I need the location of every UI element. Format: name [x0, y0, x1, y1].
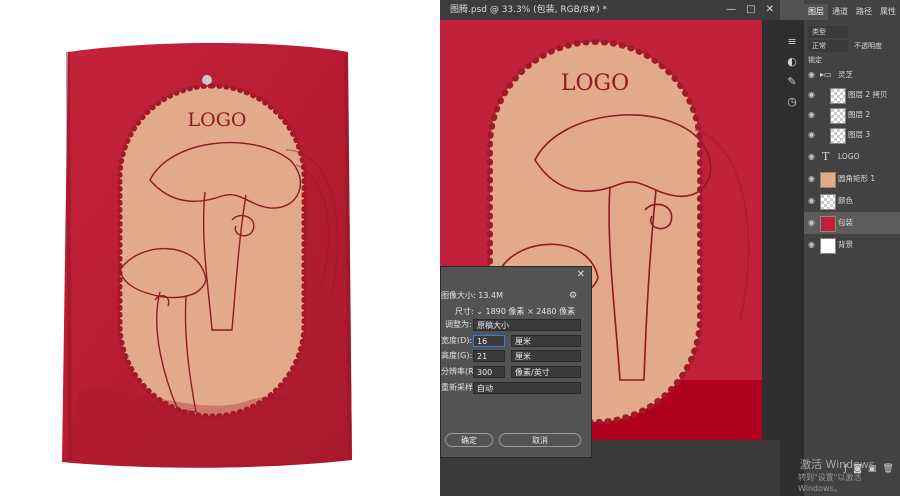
dimensions-value: 1890 像素 × 2480 像素: [485, 307, 576, 316]
layer-name: 图层 2: [848, 110, 871, 119]
ok-button[interactable]: 确定: [445, 433, 493, 447]
layer-name: 颜色: [838, 196, 853, 205]
layer-thumbnail: [830, 88, 846, 104]
layer-name: 背景: [838, 240, 853, 249]
text-layer-icon: T: [822, 150, 830, 163]
arrange-icon[interactable]: ≡: [784, 34, 800, 50]
image-size-dialog: ✕ 图像大小: 13.4M ⚙ 尺寸: ⌄ 1890 像素 × 2480 像素 …: [440, 266, 592, 458]
mockup-illustration: LOGO: [62, 43, 352, 468]
activate-windows-watermark: 激活 Windows: [800, 458, 875, 471]
eye-icon[interactable]: ◉: [808, 146, 818, 168]
dialog-close-icon[interactable]: ✕: [577, 269, 585, 280]
eye-icon[interactable]: ◉: [808, 234, 818, 256]
height-input[interactable]: 21: [473, 350, 505, 362]
layer-row[interactable]: ◉ T LOGO: [804, 146, 900, 168]
brush-icon[interactable]: ✎: [784, 74, 800, 90]
packaging-mockup: LOGO: [0, 0, 440, 496]
photoshop-workspace: 图腾.psd @ 33.3% (包装, RGB/8#) * — □ ✕ LOGO…: [440, 0, 900, 496]
fit-to-label: 调整为:: [445, 320, 472, 329]
layer-row[interactable]: ◉ ▸▭ 灵芝: [804, 64, 900, 86]
width-label: 宽度(D):: [441, 336, 473, 345]
eye-icon[interactable]: ◉: [808, 64, 818, 86]
tab-paths[interactable]: 路径: [852, 4, 876, 20]
layer-thumbnail: [830, 108, 846, 124]
layer-row[interactable]: ◉ 颜色: [804, 190, 900, 212]
window-controls: — □ ✕: [726, 0, 774, 20]
close-button[interactable]: ✕: [766, 0, 774, 20]
layer-row[interactable]: ◉ 图层 2 拷贝: [804, 84, 900, 106]
layer-name: 图层 3: [848, 130, 871, 139]
height-unit-select[interactable]: 厘米: [511, 350, 581, 362]
adjust-icon[interactable]: ◐: [784, 54, 800, 70]
chevron-down-icon[interactable]: ⌄: [476, 307, 485, 316]
layer-name: 灵芝: [838, 70, 853, 79]
layer-row-selected[interactable]: ◉ 包装: [804, 212, 900, 234]
resample-select[interactable]: 自动: [473, 382, 581, 394]
cancel-button[interactable]: 取消: [499, 433, 581, 447]
image-size-row: 图像大小: 13.4M: [441, 289, 503, 303]
tab-layers[interactable]: 图层: [804, 4, 828, 20]
canvas-logo-text: LOGO: [561, 71, 629, 96]
layer-name: 圆角矩形 1: [838, 174, 876, 183]
layer-row[interactable]: ◉ 图层 2: [804, 104, 900, 126]
resolution-unit-select[interactable]: 像素/英寸: [511, 366, 581, 378]
layer-thumbnail: [820, 194, 836, 210]
layer-thumbnail: [820, 172, 836, 188]
eye-icon[interactable]: ◉: [808, 212, 818, 234]
panel-tabs: 图层 通道 路径 属性: [804, 4, 900, 20]
image-size-value: 13.4M: [478, 291, 503, 300]
resolution-input[interactable]: 300: [473, 366, 505, 378]
eye-icon[interactable]: ◉: [808, 84, 818, 106]
layer-name: LOGO: [838, 152, 860, 161]
folder-icon: ▸▭: [820, 70, 832, 79]
image-size-label: 图像大小:: [441, 291, 476, 300]
layer-thumbnail: [820, 216, 836, 232]
width-input[interactable]: 16: [473, 335, 505, 347]
hang-hole: [202, 75, 212, 85]
logo-text: LOGO: [188, 109, 247, 131]
layer-row[interactable]: ◉ 背景: [804, 234, 900, 256]
dimensions-row: 尺寸: ⌄ 1890 像素 × 2480 像素: [455, 305, 575, 319]
document-title: 图腾.psd @ 33.3% (包装, RGB/8#) *: [450, 5, 607, 15]
document-tab[interactable]: 图腾.psd @ 33.3% (包装, RGB/8#) * — □ ✕: [440, 0, 780, 20]
eye-icon[interactable]: ◉: [808, 104, 818, 126]
history-icon[interactable]: ◷: [784, 94, 800, 110]
minimize-button[interactable]: —: [726, 0, 736, 20]
layers-panel: 图层 通道 路径 属性 类型 正常 不透明度 锁定 ◉ ▸▭ 灵芝 ◉ 图层 2…: [804, 0, 900, 496]
width-unit-select[interactable]: 厘米: [511, 335, 581, 347]
layer-thumbnail: [830, 128, 846, 144]
dimensions-label: 尺寸:: [455, 307, 474, 316]
maximize-button[interactable]: □: [746, 0, 755, 20]
eye-icon[interactable]: ◉: [808, 124, 818, 146]
height-label: 高度(G):: [441, 351, 473, 360]
tab-properties[interactable]: 属性: [876, 4, 900, 20]
eye-icon[interactable]: ◉: [808, 168, 818, 190]
layer-row[interactable]: ◉ 图层 3: [804, 124, 900, 146]
gear-icon[interactable]: ⚙: [569, 289, 577, 303]
tab-channels[interactable]: 通道: [828, 4, 852, 20]
layer-name: 包装: [838, 218, 853, 227]
layer-thumbnail: [820, 238, 836, 254]
eye-icon[interactable]: ◉: [808, 190, 818, 212]
blend-mode-select[interactable]: 正常: [808, 40, 848, 52]
activate-windows-hint: 转到"设置"以激活 Windows。: [798, 473, 862, 493]
layer-name: 图层 2 拷贝: [848, 90, 888, 99]
tool-strip: ≡ ◐ ✎ ◷: [780, 20, 804, 496]
kind-filter[interactable]: 类型: [808, 26, 848, 38]
opacity-label: 不透明度: [854, 42, 882, 50]
layer-row[interactable]: ◉ 圆角矩形 1: [804, 168, 900, 190]
fit-to-select[interactable]: 原稿大小: [473, 319, 581, 331]
